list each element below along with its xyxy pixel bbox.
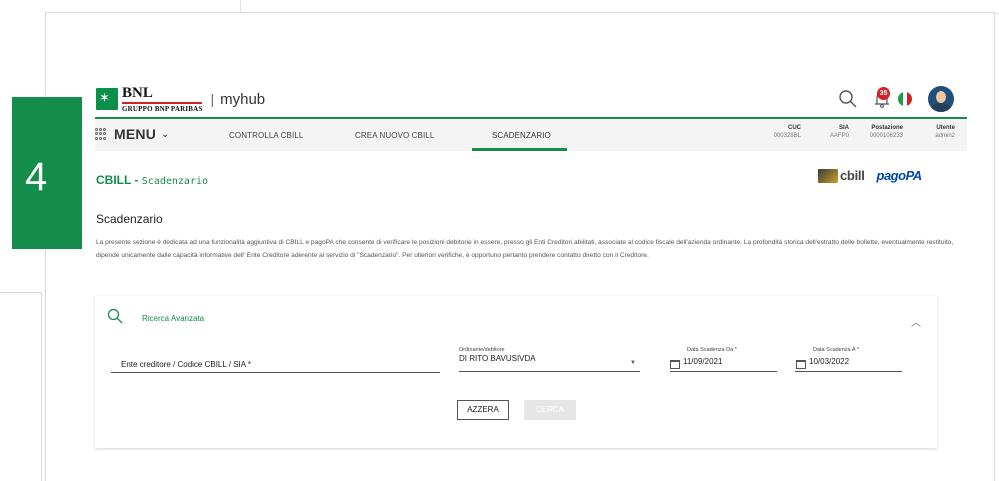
- data-a-value: 10/03/2022: [809, 357, 850, 366]
- chevron-down-icon: ⌄: [161, 128, 170, 140]
- page-title-separator: -: [131, 173, 142, 187]
- nav-crea-nuovo-cbill[interactable]: CREA NUOVO CBILL: [355, 131, 434, 140]
- bnl-logo-icon: ✶: [96, 88, 118, 110]
- notification-count-badge: 35: [877, 87, 890, 100]
- user-avatar[interactable]: [928, 86, 954, 112]
- nav-controlla-cbill[interactable]: CONTROLLA CBILL: [229, 131, 303, 140]
- bnl-group-text: GRUPPO BNP PARIBAS: [122, 104, 203, 113]
- partner-logos: cbill pagoPA: [818, 168, 922, 183]
- brand-separator: |: [210, 91, 215, 107]
- dropdown-caret-icon: ▼: [630, 360, 636, 366]
- step-number-badge: 4: [12, 97, 82, 249]
- italian-flag-icon[interactable]: [898, 92, 912, 106]
- cbill-logo-icon: [818, 168, 838, 183]
- info-postazione: Postazione 0000106233: [869, 125, 903, 139]
- header-actions: 35: [838, 86, 954, 112]
- cbill-logo-text: cbill: [840, 168, 865, 183]
- apps-grid-icon: [95, 128, 107, 140]
- page-title: CBILL - Scadenzario: [96, 173, 208, 187]
- nav-scadenzario[interactable]: SCADENZARIO: [492, 131, 551, 140]
- data-da-label: Data Scadenza Da *: [687, 347, 737, 353]
- main-menu-bar: MENU ⌄ CONTROLLA CBILL CREA NUOVO CBILL …: [95, 117, 967, 151]
- search-button[interactable]: CERCA: [524, 400, 576, 420]
- ente-creditore-field[interactable]: Ente creditore / Codice CBILL / SIA *: [111, 351, 440, 373]
- advanced-search-title[interactable]: Ricerca Avanzata: [142, 314, 204, 323]
- section-description: La presente sezione è dedicata ad una fu…: [96, 239, 954, 260]
- ordinante-label: Ordinante/debitore: [459, 347, 505, 353]
- calendar-icon[interactable]: [670, 360, 680, 369]
- background-side-card: [0, 292, 42, 481]
- chevron-up-icon[interactable]: ︿: [911, 314, 921, 329]
- active-tab-indicator: [472, 148, 567, 151]
- info-sia: SIA AAFP0: [829, 125, 849, 139]
- search-icon: [107, 308, 123, 324]
- data-scadenza-da-field[interactable]: Data Scadenza Da * 11/09/2021: [670, 347, 777, 372]
- app-name: myhub: [220, 90, 266, 108]
- menu-label: MENU: [114, 126, 157, 142]
- advanced-search-panel: Ricerca Avanzata ︿ Ente creditore / Codi…: [95, 296, 937, 448]
- info-cuc: CUC 000328BL: [773, 125, 801, 139]
- bnl-logo-text: BNL: [122, 85, 203, 104]
- ente-creditore-placeholder: Ente creditore / Codice CBILL / SIA *: [121, 360, 251, 369]
- calendar-icon[interactable]: [796, 360, 806, 369]
- notifications-button[interactable]: 35: [872, 87, 892, 109]
- bnl-wordmark: BNL GRUPPO BNP PARIBAS: [122, 85, 203, 113]
- ordinante-select[interactable]: Ordinante/debitore DI RITO BAVUSIVDA ▼: [459, 347, 640, 372]
- search-icon[interactable]: [838, 89, 858, 109]
- data-da-value: 11/09/2021: [683, 357, 723, 366]
- page-title-sub: Scadenzario: [141, 176, 209, 187]
- info-utente: Utente admin2: [935, 125, 955, 139]
- section-title: Scadenzario: [96, 212, 163, 226]
- data-scadenza-a-field[interactable]: Data Scadenza A * 10/03/2022: [795, 347, 902, 372]
- brand-header[interactable]: ✶ BNL GRUPPO BNP PARIBAS | myhub: [96, 84, 265, 114]
- menu-button[interactable]: MENU ⌄: [95, 126, 169, 142]
- page-title-main: CBILL: [96, 173, 132, 187]
- reset-button[interactable]: AZZERA: [457, 400, 509, 420]
- data-a-label: Data Scadenza A *: [813, 347, 859, 353]
- pagopa-logo: pagoPA: [876, 168, 923, 183]
- ordinante-value: DI RITO BAVUSIVDA: [459, 354, 536, 363]
